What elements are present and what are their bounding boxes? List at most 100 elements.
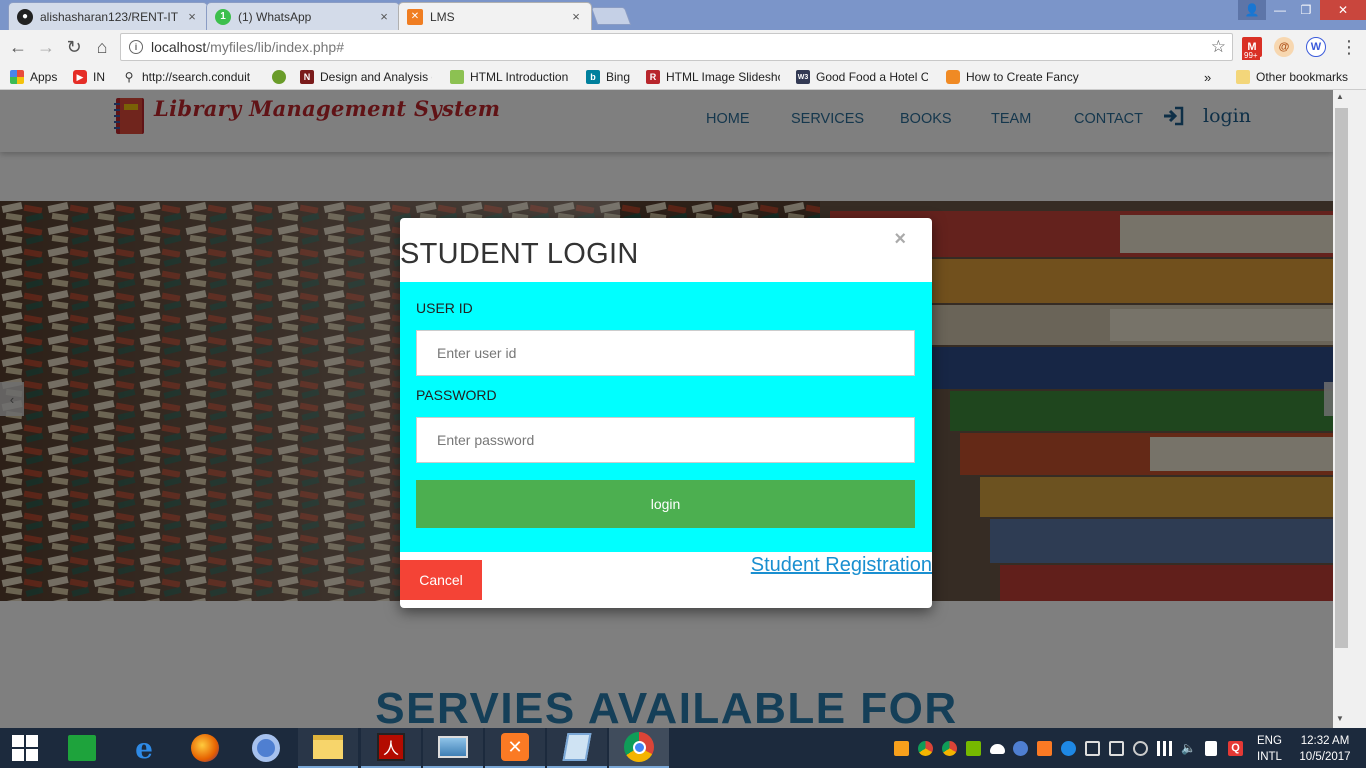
wifi-signal-icon[interactable] [1157, 741, 1172, 756]
scroll-thumb[interactable] [1335, 108, 1348, 648]
search-icon: ⚲ [124, 70, 134, 84]
windows-start-icon[interactable] [0, 728, 50, 768]
reload-icon[interactable]: ↻ [63, 36, 85, 58]
password-input[interactable] [416, 417, 915, 463]
info-icon[interactable]: i [129, 40, 143, 54]
close-window-button[interactable]: ✕ [1320, 0, 1366, 20]
battery-icon[interactable] [1205, 741, 1217, 756]
tray-chromium-icon[interactable] [1013, 741, 1028, 756]
w-extension-icon[interactable]: W [1306, 37, 1326, 57]
new-tab-button[interactable] [590, 7, 632, 25]
nvidia-icon[interactable] [966, 741, 981, 756]
internet-explorer-icon[interactable]: e [114, 728, 174, 768]
bookmark-html-slideshow[interactable]: R HTML Image Slidesho [646, 68, 780, 86]
browser-tab-strip: ● alishasharan123/RENT-IT × 1 (1) WhatsA… [0, 0, 1366, 30]
tray-action-icon[interactable] [1109, 741, 1124, 756]
keyboard-layout: INTL [1257, 751, 1282, 763]
mail-count-badge: 99+ [1242, 51, 1260, 60]
bookmark-label: Design and Analysis c [320, 70, 432, 84]
profile-icon[interactable]: 👤 [1238, 0, 1266, 20]
tab-whatsapp[interactable]: 1 (1) WhatsApp × [206, 2, 400, 30]
scroll-down-icon[interactable]: ▼ [1336, 714, 1344, 723]
password-label: PASSWORD [416, 387, 497, 403]
tab-close-icon[interactable]: × [569, 9, 583, 24]
photos-icon[interactable] [423, 728, 483, 768]
onedrive-icon[interactable] [990, 744, 1005, 754]
restore-button[interactable]: ❐ [1292, 0, 1320, 20]
student-registration-link[interactable]: Student Registration [751, 554, 932, 577]
xampp-icon: ✕ [407, 8, 423, 25]
home-icon[interactable]: ⌂ [91, 36, 113, 58]
tray-flag-icon[interactable] [1085, 741, 1100, 756]
tray-network-app-icon[interactable] [1061, 741, 1076, 756]
xampp-taskbar-icon[interactable]: ✕ [485, 728, 545, 768]
chromium-icon[interactable] [236, 728, 296, 768]
tray-chrome-icon[interactable] [942, 741, 957, 756]
tab-title: (1) WhatsApp [238, 9, 312, 24]
bookmark-html-intro[interactable]: HTML Introduction [450, 68, 568, 86]
youtube-icon: ▶ [73, 70, 87, 84]
w3-icon: W3 [796, 70, 810, 84]
tray-chrome-icon[interactable] [918, 741, 933, 756]
apps-grid-icon [10, 70, 24, 84]
scroll-up-icon[interactable]: ▲ [1336, 92, 1344, 101]
browser-toolbar: ← → ↻ ⌂ i localhost/myfiles/lib/index.ph… [0, 30, 1366, 64]
minimize-button[interactable]: — [1266, 0, 1294, 20]
notepad-icon[interactable] [547, 728, 607, 768]
tab-close-icon[interactable]: × [185, 9, 199, 24]
store-icon[interactable] [52, 728, 112, 768]
url-host: localhost [151, 39, 207, 55]
bookmark-fancy[interactable]: How to Create Fancy [946, 68, 1079, 86]
clock[interactable]: 12:32 AM 10/5/2017 [1294, 733, 1356, 765]
tab-title: LMS [430, 9, 455, 24]
whatsapp-icon: 1 [215, 8, 231, 25]
cancel-button[interactable]: Cancel [400, 560, 482, 600]
volume-icon[interactable]: 🔈 [1181, 741, 1196, 756]
bookmarks-overflow-button[interactable]: » [1204, 68, 1211, 86]
tray-satellite-icon[interactable] [1133, 741, 1148, 756]
bookmark-bird[interactable] [272, 68, 292, 86]
avast-extension-icon[interactable]: @ [1274, 37, 1294, 57]
bookmark-label: Good Food a Hotel C [816, 70, 928, 84]
bookmark-design-analysis[interactable]: N Design and Analysis c [300, 68, 432, 86]
bookmark-conduit[interactable]: ⚲ http://search.conduit [122, 68, 254, 86]
bookmark-label: Bing [606, 70, 631, 84]
page-scrollbar[interactable]: ▲ ▼ [1333, 90, 1366, 728]
bookmark-label: Other bookmarks [1256, 70, 1349, 84]
acrobat-icon[interactable]: 人 [361, 728, 421, 768]
bird-icon [272, 70, 286, 84]
login-button[interactable]: login [416, 480, 915, 528]
close-icon[interactable]: × [894, 228, 906, 251]
tray-xampp-icon[interactable] [1037, 741, 1052, 756]
tray-q-icon[interactable]: Q [1228, 741, 1243, 756]
r-icon: R [646, 70, 660, 84]
url-path: /myfiles/lib/index.php# [206, 39, 345, 55]
bookmark-bing[interactable]: b Bing [586, 68, 630, 86]
user-id-input[interactable] [416, 330, 915, 376]
language-indicator[interactable]: ENG INTL [1257, 733, 1282, 765]
n-icon: N [300, 70, 314, 84]
windows-taskbar: e 人 ✕ 🔈 Q ENG INTL 12:32 AM 10/5/2017 [0, 728, 1366, 768]
tab-lms[interactable]: ✕ LMS × [398, 2, 592, 30]
forward-icon[interactable]: → [35, 36, 57, 58]
bookmark-apps[interactable]: Apps [10, 68, 57, 86]
menu-icon[interactable]: ⋮ [1338, 36, 1360, 58]
back-icon[interactable]: ← [7, 36, 29, 58]
chrome-taskbar-icon[interactable] [609, 728, 669, 768]
bookmark-label: IN [93, 70, 105, 84]
login-form: USER ID PASSWORD login [400, 282, 932, 552]
tray-app-icon[interactable] [894, 741, 909, 756]
folder-icon [1236, 70, 1250, 84]
firefox-icon[interactable] [175, 728, 235, 768]
address-bar[interactable]: i localhost/myfiles/lib/index.php# ☆ [120, 33, 1233, 61]
bookmark-in[interactable]: ▶ IN [73, 68, 105, 86]
tab-close-icon[interactable]: × [377, 9, 391, 24]
modal-title: STUDENT LOGIN [400, 238, 639, 270]
tab-github[interactable]: ● alishasharan123/RENT-IT × [8, 2, 208, 30]
tab-title: alishasharan123/RENT-IT [40, 9, 179, 24]
other-bookmarks[interactable]: Other bookmarks [1236, 68, 1348, 86]
bookmark-good-food[interactable]: W3 Good Food a Hotel C [796, 68, 928, 86]
bookmark-label: Apps [30, 70, 58, 84]
bookmark-star-icon[interactable]: ☆ [1211, 37, 1226, 57]
file-explorer-icon[interactable] [298, 728, 358, 768]
